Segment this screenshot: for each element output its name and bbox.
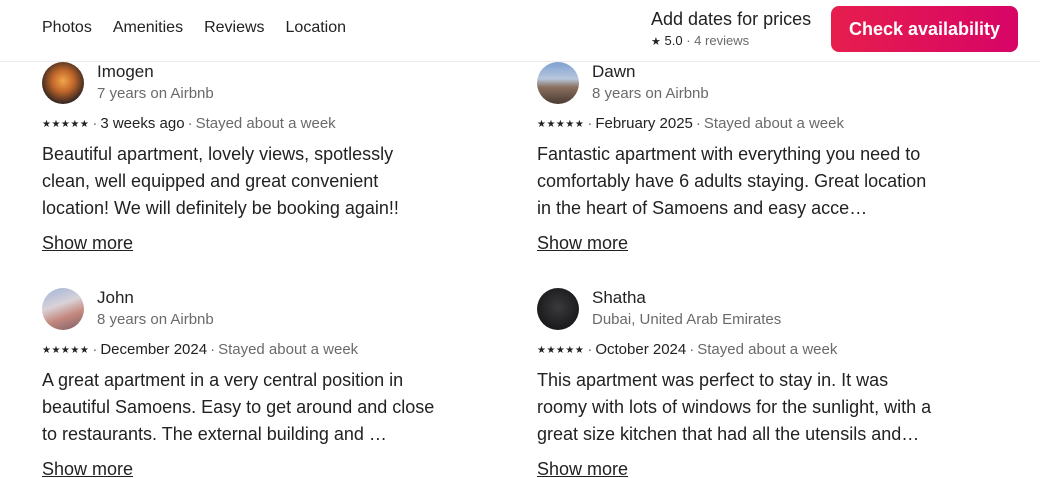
rating-value: 5.0 bbox=[664, 33, 683, 48]
separator-dot: · bbox=[686, 33, 691, 48]
price-title: Add dates for prices bbox=[651, 9, 812, 29]
star-icon: ★ bbox=[651, 36, 661, 48]
review-meta: ★★★★★ · 3 weeks ago · Stayed about a week bbox=[42, 115, 336, 132]
review-date: October 2024 bbox=[595, 341, 687, 358]
nav-tab-photos[interactable]: Photos bbox=[42, 18, 92, 38]
reviewer-subtitle: Dubai, United Arab Emirates bbox=[592, 311, 782, 328]
stay-length: Stayed about a week bbox=[703, 115, 844, 132]
stay-length: Stayed about a week bbox=[697, 341, 838, 358]
review-text: This apartment was perfect to stay in. I… bbox=[537, 370, 932, 444]
rating-summary: ★ 5.0 · 4 reviews bbox=[651, 33, 811, 50]
section-nav: Photos Amenities Reviews Location bbox=[42, 18, 346, 38]
avatar[interactable] bbox=[42, 62, 84, 104]
review-meta: ★★★★★ · December 2024 · Stayed about a week bbox=[42, 341, 359, 358]
sticky-header: Photos Amenities Reviews Location Add da… bbox=[0, 0, 1040, 62]
reviewer-subtitle: 8 years on Airbnb bbox=[97, 311, 214, 328]
reviewer-name: John bbox=[97, 288, 134, 307]
stay-length: Stayed about a week bbox=[195, 115, 336, 132]
show-more-link[interactable]: Show more bbox=[537, 458, 628, 478]
nav-tab-location[interactable]: Location bbox=[286, 18, 347, 38]
reviewer-name: Shatha bbox=[592, 288, 646, 307]
avatar[interactable] bbox=[42, 288, 84, 330]
reviewer-name: Dawn bbox=[592, 62, 636, 81]
avatar[interactable] bbox=[537, 62, 579, 104]
review-text: A great apartment in a very central posi… bbox=[42, 370, 435, 444]
review-date: December 2024 bbox=[100, 341, 208, 358]
review-date: 3 weeks ago bbox=[100, 115, 185, 132]
review-count-link[interactable]: 4 reviews bbox=[694, 33, 749, 48]
review-text: Beautiful apartment, lovely views, spotl… bbox=[42, 144, 399, 218]
check-availability-button[interactable]: Check availability bbox=[831, 6, 1018, 52]
rating-stars-icon: ★★★★★ bbox=[42, 345, 90, 356]
review-meta: ★★★★★ · February 2025 · Stayed about a week bbox=[537, 115, 844, 132]
review-meta: ★★★★★ · October 2024 · Stayed about a week bbox=[537, 341, 838, 358]
rating-stars-icon: ★★★★★ bbox=[537, 345, 585, 356]
reviewer-subtitle: 7 years on Airbnb bbox=[97, 85, 214, 102]
avatar[interactable] bbox=[537, 288, 579, 330]
nav-tab-amenities[interactable]: Amenities bbox=[113, 18, 183, 38]
reviewer-name: Imogen bbox=[97, 62, 154, 81]
nav-tab-reviews[interactable]: Reviews bbox=[204, 18, 264, 38]
rating-stars-icon: ★★★★★ bbox=[42, 119, 90, 130]
review-card: Dawn 8 years on Airbnb ★★★★★ · February 20… bbox=[537, 62, 937, 254]
reviewer-subtitle: 8 years on Airbnb bbox=[592, 85, 709, 102]
rating-stars-icon: ★★★★★ bbox=[537, 119, 585, 130]
review-card: Shatha Dubai, United Arab Emirates ★★★★★… bbox=[537, 288, 937, 478]
price-summary: Add dates for prices ★ 5.0 · 4 reviews bbox=[651, 8, 811, 50]
show-more-link[interactable]: Show more bbox=[42, 458, 133, 478]
show-more-link[interactable]: Show more bbox=[42, 232, 133, 254]
stay-length: Stayed about a week bbox=[218, 341, 359, 358]
show-more-link[interactable]: Show more bbox=[537, 232, 628, 254]
review-date: February 2025 bbox=[595, 115, 693, 132]
review-card: John 8 years on Airbnb ★★★★★ · December 20… bbox=[42, 288, 442, 478]
review-card: Imogen 7 years on Airbnb ★★★★★ · 3 weeks a… bbox=[42, 62, 442, 254]
review-text: Fantastic apartment with everything you … bbox=[537, 144, 927, 218]
